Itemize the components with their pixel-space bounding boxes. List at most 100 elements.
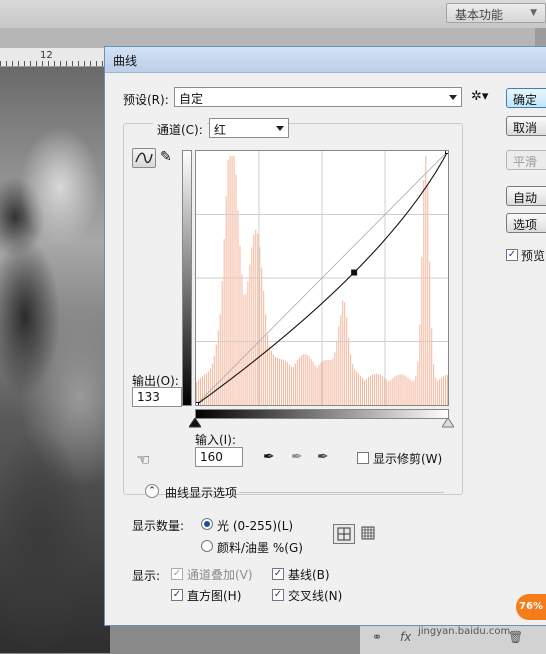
histogram-bar	[275, 356, 277, 405]
ruler-number: 12	[40, 50, 53, 61]
grid-4-icon	[337, 527, 351, 541]
preset-label: 预设(R):	[123, 93, 169, 107]
black-eyedropper-icon[interactable]: ✒	[263, 449, 275, 465]
channel-overlay-label: 通道叠加(V)	[187, 568, 253, 582]
curve-control-point	[193, 402, 199, 408]
histogram-bar	[364, 380, 365, 405]
histogram-bar	[389, 380, 391, 405]
histogram-bar	[346, 317, 348, 405]
white-point-slider-icon[interactable]	[442, 418, 454, 428]
histogram-bar	[439, 379, 441, 405]
histogram-bar	[294, 363, 296, 405]
fx-icon[interactable]: fx	[400, 630, 411, 644]
preview-checkbox[interactable]: ✓	[506, 249, 518, 261]
light-radio[interactable]	[201, 518, 213, 530]
histogram-bar	[261, 267, 263, 405]
histogram-bar	[362, 377, 364, 405]
histogram-bar	[255, 229, 257, 405]
histogram-bar	[279, 358, 281, 405]
output-field[interactable]: 133	[132, 387, 182, 407]
channel-overlay-checkbox[interactable]: ✓	[171, 568, 183, 580]
detailed-grid-button[interactable]	[358, 524, 380, 544]
histogram-bar	[227, 159, 229, 405]
histogram-bar	[231, 156, 233, 405]
histogram-bar	[405, 376, 407, 405]
histogram-bar	[447, 374, 449, 405]
histogram-bar	[425, 156, 427, 405]
simple-grid-button[interactable]	[333, 524, 355, 544]
curve-control-point	[445, 148, 451, 154]
ruler-ticks	[0, 61, 110, 66]
histogram-bar	[423, 180, 425, 405]
histogram-bar	[280, 359, 282, 405]
gray-eyedropper-icon[interactable]: ✒	[291, 449, 303, 465]
input-field[interactable]: 160	[195, 447, 243, 467]
display-amount-label: 显示数量:	[132, 519, 185, 533]
histogram-checkbox[interactable]: ✓	[171, 589, 183, 601]
section-divider	[239, 492, 444, 493]
histogram-bar	[391, 378, 393, 405]
trash-icon[interactable]: 🗑	[508, 630, 523, 644]
input-label: 输入(I):	[195, 433, 236, 447]
curve-graph[interactable]	[193, 148, 451, 408]
histogram-bar	[203, 375, 205, 405]
histogram-bar	[233, 156, 235, 405]
histogram-bar	[298, 357, 300, 405]
pigment-radio[interactable]	[201, 540, 213, 552]
histogram-bar	[300, 355, 302, 405]
document-canvas-photo[interactable]	[0, 67, 110, 653]
histogram-bar	[375, 373, 377, 405]
histogram-bar	[269, 345, 271, 405]
histogram-bar	[356, 371, 358, 405]
preview-label: 预览	[521, 249, 546, 263]
preset-options-gear-icon[interactable]: ✲▾	[471, 89, 488, 104]
histogram-bar	[393, 377, 395, 405]
histogram-bar	[237, 210, 239, 405]
preset-dropdown[interactable]: 自定	[174, 87, 462, 107]
curve-point-tool-button[interactable]	[132, 148, 156, 168]
channel-dropdown[interactable]: 红	[209, 118, 289, 138]
intersection-line-checkbox[interactable]: ✓	[272, 589, 284, 601]
document-tab-strip	[0, 28, 546, 48]
curve-control-point	[351, 269, 358, 276]
input-value: 160	[200, 450, 223, 464]
collapse-options-icon[interactable]: ⌃	[145, 484, 159, 498]
pigment-radio-label: 颜料/油墨 %(G)	[217, 541, 303, 555]
ok-button[interactable]: 确定	[506, 88, 546, 108]
options-button[interactable]: 选项	[506, 213, 546, 233]
histogram-bar	[213, 355, 215, 405]
histogram-bar	[207, 371, 209, 405]
histogram-label: 直方图(H)	[187, 589, 242, 603]
workspace-switcher[interactable]: 基本功能 ▼	[446, 3, 546, 23]
histogram-bar	[340, 315, 342, 405]
histogram-bar	[322, 361, 324, 405]
histogram-bar	[286, 362, 288, 405]
black-point-slider-icon[interactable]	[189, 418, 201, 428]
histogram-bar	[395, 375, 397, 405]
dialog-titlebar[interactable]: 曲线	[105, 47, 546, 73]
baseline-checkbox[interactable]: ✓	[272, 568, 284, 580]
histogram-bar	[196, 382, 197, 405]
smooth-button[interactable]: 平滑	[506, 150, 546, 170]
channel-value: 红	[214, 123, 227, 137]
link-icon[interactable]: ⚭	[372, 630, 382, 644]
grid-10-icon	[361, 526, 375, 540]
histogram-bar	[417, 361, 419, 405]
auto-button[interactable]: 自动	[506, 186, 546, 206]
show-clipping-checkbox[interactable]	[357, 452, 369, 464]
pencil-icon[interactable]: ✎	[160, 149, 172, 165]
hand-adjust-icon[interactable]: ☜	[136, 450, 150, 469]
white-eyedropper-icon[interactable]: ✒	[317, 449, 329, 465]
histogram-bar	[249, 264, 251, 405]
histogram-bar	[429, 261, 431, 405]
curve-options-label: 曲线显示选项	[165, 486, 238, 500]
histogram-bar	[271, 350, 273, 405]
histogram-bar	[334, 352, 336, 405]
histogram-bar	[215, 344, 217, 405]
histogram-bar	[411, 381, 413, 405]
histogram-bar	[437, 380, 439, 405]
cancel-button[interactable]: 取消	[506, 116, 546, 136]
histogram-bar	[352, 364, 354, 405]
histogram-bar	[369, 375, 371, 405]
input-gradient-bar	[195, 409, 449, 419]
